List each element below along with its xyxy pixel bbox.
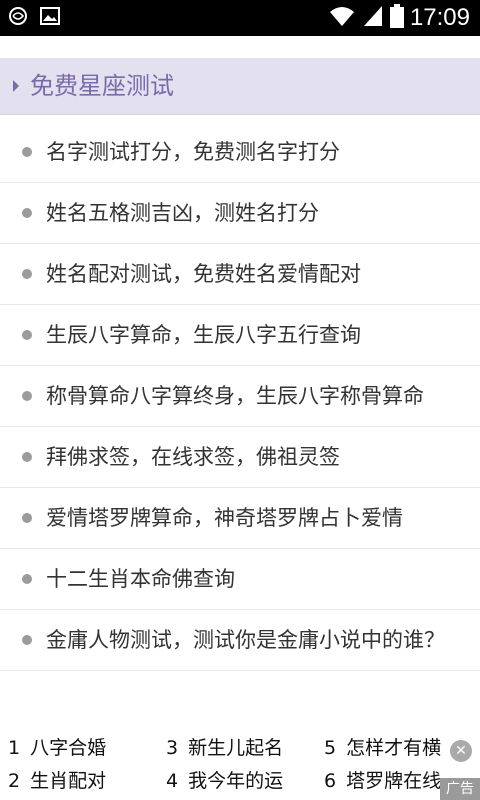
bullet-icon [22,574,32,584]
status-left-icons [8,6,60,30]
list-item-label: 称骨算命八字算终身，生辰八字称骨算命 [46,384,424,408]
wifi-icon [328,4,356,32]
test-list: 名字测试打分，免费测名字打分 姓名五格测吉凶，测姓名打分 姓名配对测试，免费姓名… [0,122,480,671]
list-item[interactable]: 名字测试打分，免费测名字打分 [0,122,480,183]
ad-link[interactable]: 1 八字合婚 [8,732,164,765]
bullet-icon [22,208,32,218]
list-item[interactable]: 爱情塔罗牌算命，神奇塔罗牌占卜爱情 [0,488,480,549]
battery-icon [389,4,404,32]
triangle-right-icon [13,80,19,92]
list-item-label: 名字测试打分，免费测名字打分 [46,140,340,164]
top-spacer [0,36,480,58]
ad-banner[interactable]: 1 八字合婚 2 生肖配对 3 新生儿起名 4 我今年的运 5 怎样才有横 6 塔罗牌在线 … [0,730,480,800]
list-item[interactable]: 金庸人物测试，测试你是金庸小说中的谁？ [0,610,480,671]
signal-icon [362,4,384,32]
bullet-icon [22,147,32,157]
list-item[interactable]: 拜佛求签，在线求签，佛祖灵签 [0,427,480,488]
list-item-label: 姓名五格测吉凶，测姓名打分 [46,201,319,225]
bullet-icon [22,269,32,279]
status-bar: 17:09 [0,0,480,36]
image-icon [40,7,60,29]
ad-link[interactable]: 2 生肖配对 [8,765,164,798]
ad-link[interactable]: 6 塔罗牌在线 [324,765,440,798]
list-item-label: 姓名配对测试，免费姓名爱情配对 [46,262,361,286]
list-item-label: 金庸人物测试，测试你是金庸小说中的谁？ [46,628,445,652]
bullet-icon [22,391,32,401]
list-item[interactable]: 姓名五格测吉凶，测姓名打分 [0,183,480,244]
bullet-icon [22,635,32,645]
ad-link[interactable]: 5 怎样才有横 [324,732,446,765]
status-time: 17:09 [409,4,470,31]
list-item[interactable]: 生辰八字算命，生辰八字五行查询 [0,305,480,366]
list-item[interactable]: 十二生肖本命佛查询 [0,549,480,610]
bullet-icon [22,452,32,462]
notification-icon [8,6,28,30]
ad-badge: 广告 [440,778,480,800]
ad-link[interactable]: 3 新生儿起名 [166,732,322,765]
ad-link[interactable]: 4 我今年的运 [166,765,322,798]
bullet-icon [22,513,32,523]
list-item-label: 爱情塔罗牌算命，神奇塔罗牌占卜爱情 [46,506,403,530]
list-item-label: 十二生肖本命佛查询 [46,567,235,591]
section-header[interactable]: 免费星座测试 [0,58,480,115]
list-item-label: 生辰八字算命，生辰八字五行查询 [46,323,361,347]
close-icon[interactable]: ✕ [450,740,472,762]
list-item-label: 拜佛求签，在线求签，佛祖灵签 [46,445,340,469]
section-title: 免费星座测试 [30,72,174,100]
list-item[interactable]: 姓名配对测试，免费姓名爱情配对 [0,244,480,305]
status-right-icons: 17:09 [328,4,470,32]
bullet-icon [22,330,32,340]
list-item[interactable]: 称骨算命八字算终身，生辰八字称骨算命 [0,366,480,427]
